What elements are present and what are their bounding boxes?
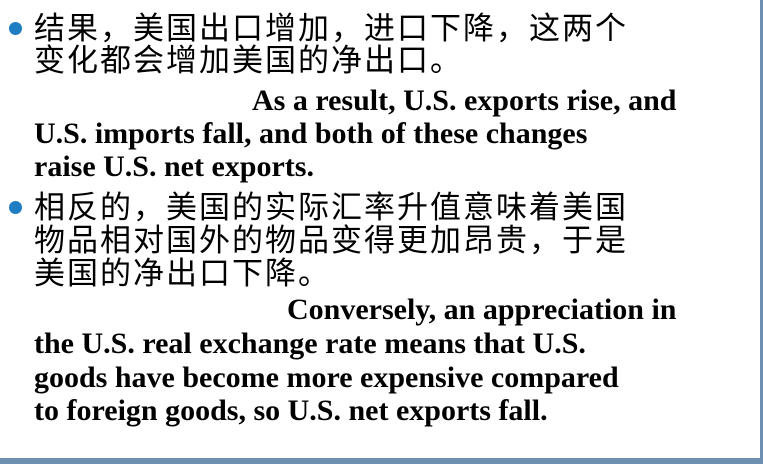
- bullet-2-en-line-3: goods have become more expensive compare…: [34, 361, 619, 394]
- bullet-1-zh-line-2: 变化都会增加美国的净出口。: [34, 43, 463, 79]
- bullet-2-en-line-4: to foreign goods, so U.S. net exports fa…: [34, 394, 548, 427]
- bullet-2-zh-line-2: 物品相对国外的物品变得更加昂贵，于是: [34, 223, 628, 259]
- bullet-2-en-line-2: the U.S. real exchange rate means that U…: [34, 327, 586, 360]
- bullet-2-en-line-1: Conversely, an appreciation in: [287, 293, 677, 326]
- bullet-2-zh-line-1: 相反的，美国的实际汇率升值意味着美国: [34, 190, 628, 226]
- bullet-dot-icon: [9, 201, 22, 214]
- bullet-1-en-line-1: As a result, U.S. exports rise, and: [252, 84, 677, 117]
- bullet-1-zh-line-1: 结果，美国出口增加，进口下降，这两个: [34, 11, 628, 47]
- bullet-1-en-line-3: raise U.S. net exports.: [34, 150, 314, 183]
- slide: 结果，美国出口增加，进口下降，这两个 变化都会增加美国的净出口。 As a re…: [0, 0, 760, 458]
- bullet-1-en-line-2: U.S. imports fall, and both of these cha…: [34, 117, 588, 150]
- bullet-dot-icon: [9, 22, 22, 35]
- bullet-2-zh-line-3: 美国的净出口下降。: [34, 256, 331, 292]
